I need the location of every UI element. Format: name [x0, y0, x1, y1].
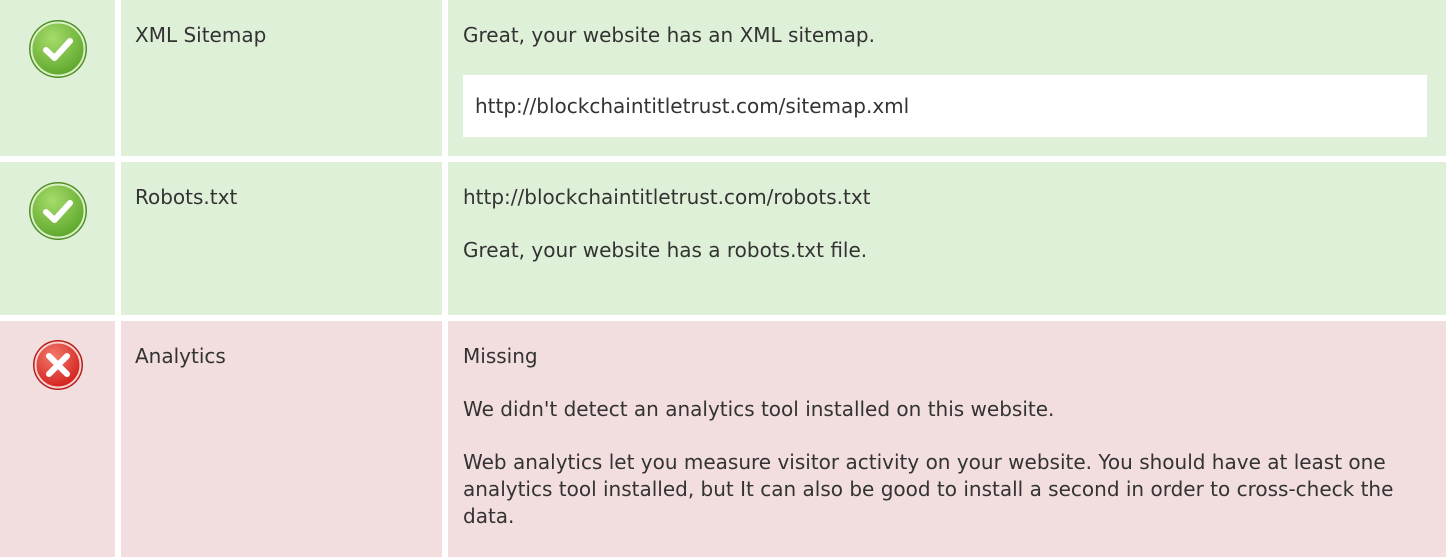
check-detail: Missing We didn't detect an analytics to… — [448, 321, 1446, 557]
check-name: Analytics — [121, 321, 442, 557]
check-icon — [27, 18, 89, 80]
check-detail: Great, your website has an XML sitemap. … — [448, 0, 1446, 156]
status-cell — [0, 321, 115, 557]
check-message: Great, your website has an XML sitemap. — [463, 23, 875, 47]
check-row-xml-sitemap: XML Sitemap Great, your website has an X… — [0, 0, 1446, 156]
status-cell — [0, 0, 115, 156]
check-name: Robots.txt — [121, 162, 442, 315]
seo-report: XML Sitemap Great, your website has an X… — [0, 0, 1446, 557]
check-explanation: Web analytics let you measure visitor ac… — [463, 450, 1394, 528]
cross-icon — [32, 339, 84, 391]
check-message: We didn't detect an analytics tool insta… — [463, 397, 1055, 421]
check-row-robots-txt: Robots.txt http://blockchaintitletrust.c… — [0, 162, 1446, 315]
check-name: XML Sitemap — [121, 0, 442, 156]
robots-url: http://blockchaintitletrust.com/robots.t… — [463, 185, 871, 209]
check-message: Great, your website has a robots.txt fil… — [463, 238, 868, 262]
check-row-analytics: Analytics Missing We didn't detect an an… — [0, 321, 1446, 557]
status-cell — [0, 162, 115, 315]
check-state: Missing — [463, 344, 538, 368]
check-icon — [27, 180, 89, 242]
check-detail: http://blockchaintitletrust.com/robots.t… — [448, 162, 1446, 315]
sitemap-url: http://blockchaintitletrust.com/sitemap.… — [463, 75, 1427, 137]
